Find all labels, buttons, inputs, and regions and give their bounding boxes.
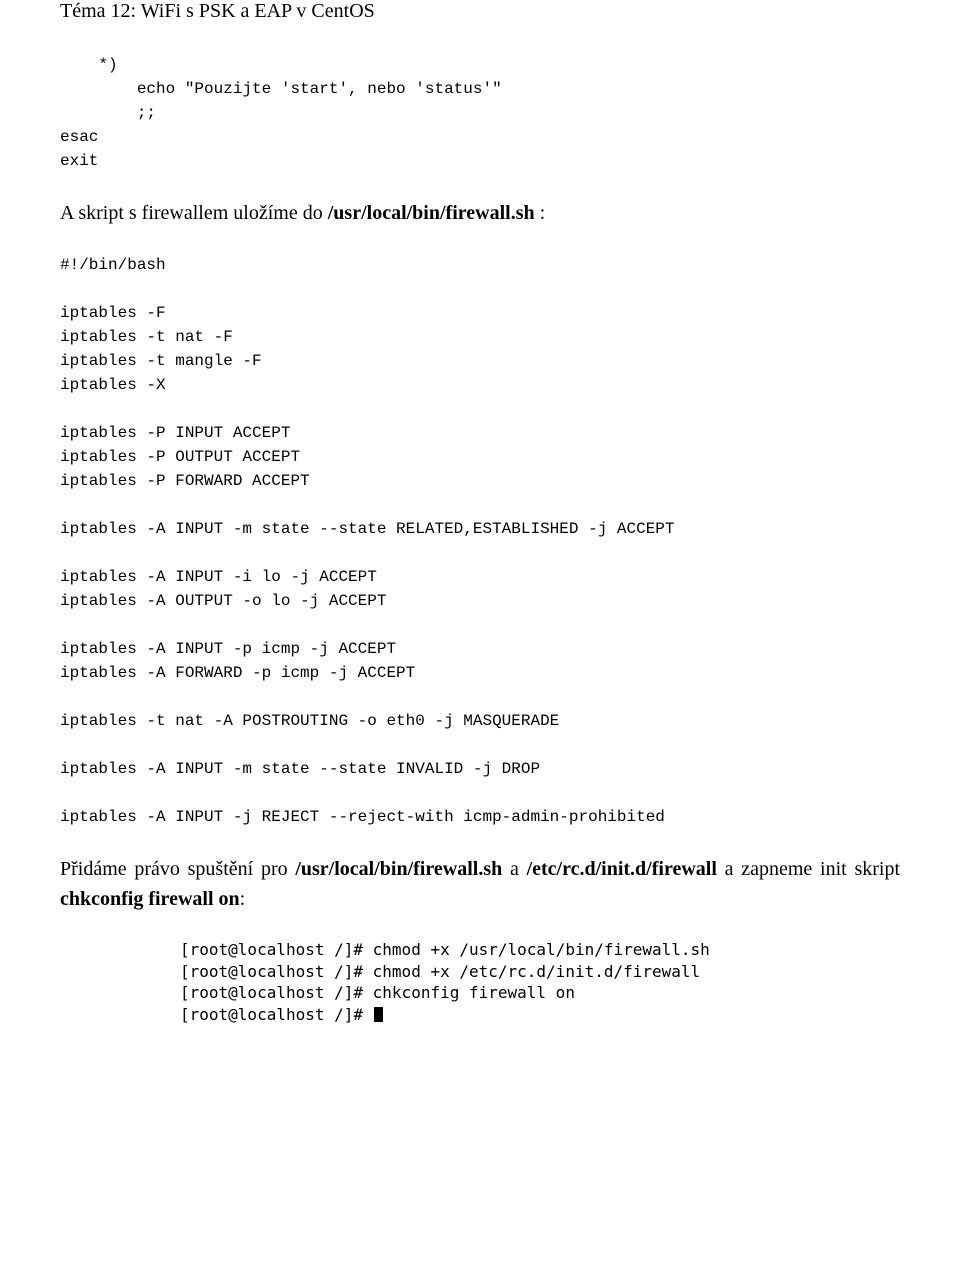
terminal-line-1: [root@localhost /]# chmod +x /usr/local/… [180, 939, 900, 961]
cmd-chkconfig: chkconfig firewall on [60, 888, 240, 910]
terminal-prompt: [root@localhost /]# [180, 1005, 373, 1024]
text-suffix: : [535, 202, 546, 224]
shell-script-firewall: #!/bin/bash iptables -F iptables -t nat … [60, 253, 900, 829]
terminal-output: [root@localhost /]# chmod +x /usr/local/… [180, 939, 900, 1025]
path-firewall-sh-2: /usr/local/bin/firewall.sh [295, 858, 502, 880]
terminal-line-4: [root@localhost /]# [180, 1004, 900, 1026]
text-c: a [502, 858, 526, 880]
paragraph-firewall-save: A skript s firewallem uložíme do /usr/lo… [60, 198, 900, 228]
paragraph-add-rights: Přidáme právo spuštění pro /usr/local/bi… [60, 854, 900, 914]
path-firewall-sh: /usr/local/bin/firewall.sh [328, 202, 535, 224]
text-g: : [240, 888, 246, 910]
text-prefix: A skript s firewallem uložíme do [60, 202, 328, 224]
text-a: Přidáme právo spuštění pro [60, 858, 295, 880]
path-initd-firewall: /etc/rc.d/init.d/firewall [527, 858, 717, 880]
terminal-line-2: [root@localhost /]# chmod +x /etc/rc.d/i… [180, 961, 900, 983]
page-header: Téma 12: WiFi s PSK a EAP v CentOS [60, 0, 900, 23]
text-e: a zapneme init skript [717, 858, 900, 880]
shell-script-snippet-1: *) echo "Pouzijte 'start', nebo 'status'… [60, 53, 900, 173]
cursor-icon [374, 1007, 383, 1022]
document-page: Téma 12: WiFi s PSK a EAP v CentOS *) ec… [0, 0, 960, 1065]
terminal-line-3: [root@localhost /]# chkconfig firewall o… [180, 982, 900, 1004]
